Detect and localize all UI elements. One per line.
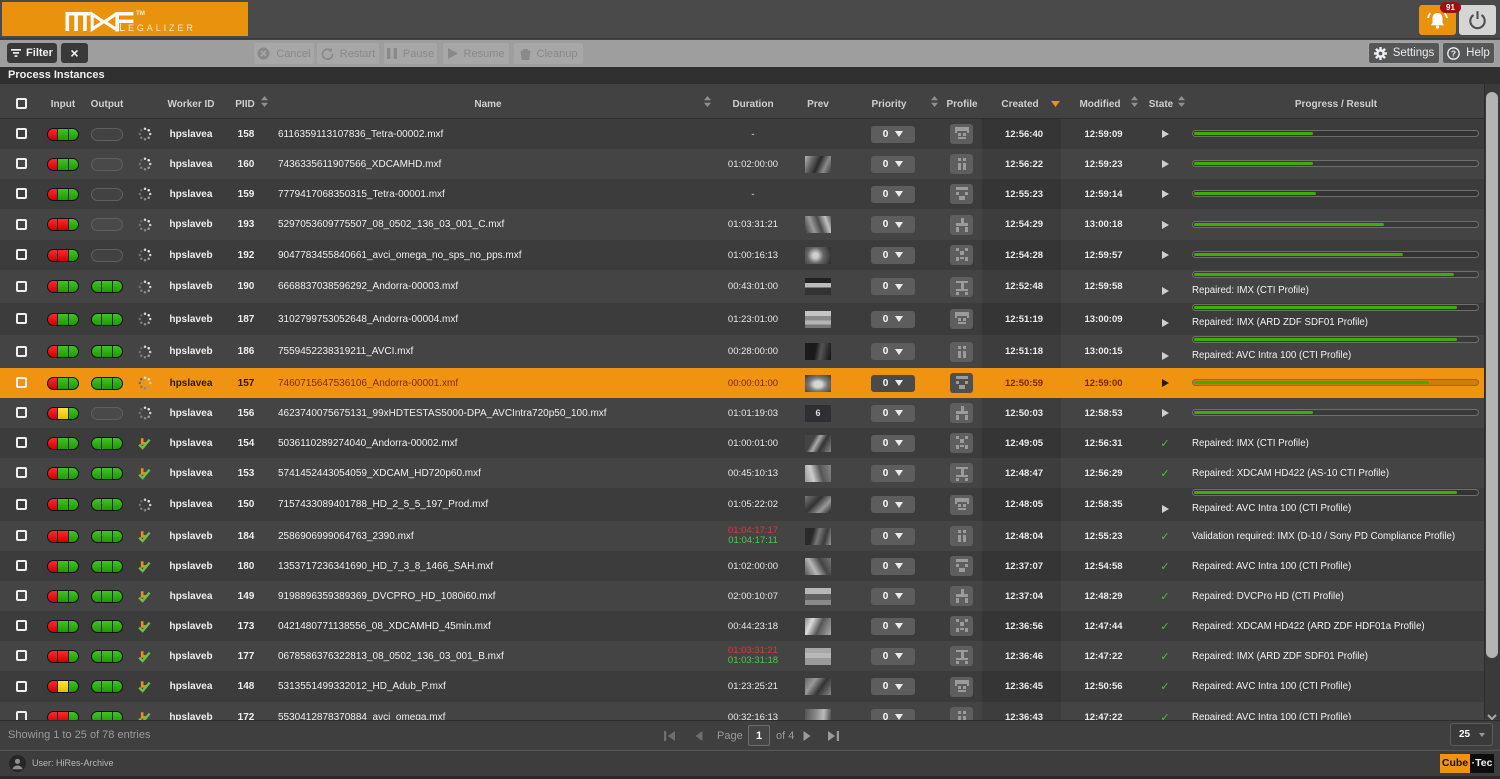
svg-text:EGALIZER: EGALIZER: [128, 23, 196, 33]
svg-text:L: L: [119, 22, 125, 34]
svg-text:?: ?: [1451, 48, 1456, 58]
svg-text:TM: TM: [136, 10, 145, 17]
